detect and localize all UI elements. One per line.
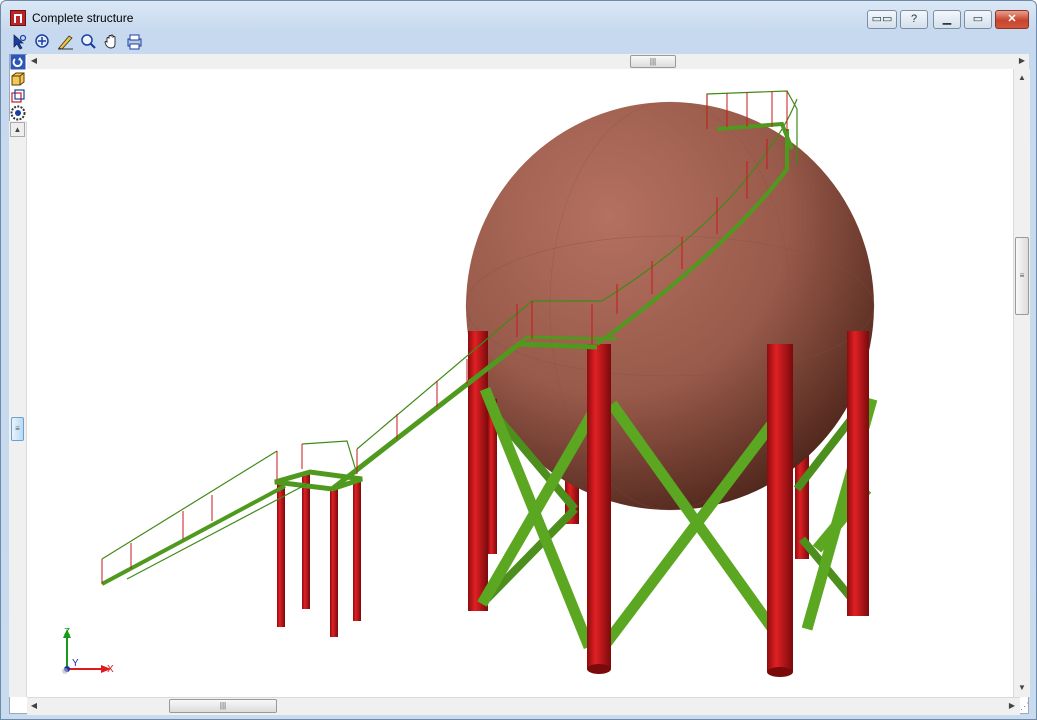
scroll-left-arrow-icon[interactable]: ◀: [27, 54, 41, 68]
right-scroll-thumb[interactable]: ≡: [1015, 237, 1029, 315]
pan-hand-icon[interactable]: [103, 33, 120, 50]
y-axis-label: Y: [72, 658, 79, 669]
window-title: Complete structure: [32, 11, 134, 25]
box-view-icon[interactable]: [10, 88, 26, 104]
rotate-icon[interactable]: [10, 54, 26, 70]
main-window: Complete structure ▭▭ ? ▁ ▭ ✕ ◀ ||| ▶ ▲ …: [0, 0, 1037, 720]
scroll-left-arrow-icon[interactable]: ◀: [27, 699, 41, 713]
cube-icon[interactable]: [10, 71, 26, 87]
scroll-down-arrow-icon[interactable]: ▼: [1015, 681, 1029, 695]
zoom-icon[interactable]: [80, 33, 97, 50]
close-button[interactable]: ✕: [995, 10, 1029, 29]
scroll-up-arrow-icon[interactable]: ▲: [1015, 71, 1029, 85]
3d-viewport[interactable]: Z Y X: [27, 69, 1013, 697]
eye-settings-icon[interactable]: [10, 105, 26, 121]
minimize-button[interactable]: ▁: [933, 10, 961, 29]
structure-model: [101, 90, 878, 677]
axis-triad: Z Y X: [62, 627, 114, 675]
scroll-right-arrow-icon[interactable]: ▶: [1005, 699, 1019, 713]
left-scroll-thumb[interactable]: ≡: [11, 417, 24, 441]
column: [587, 344, 611, 669]
z-axis-label: Z: [64, 627, 70, 638]
maximize-button[interactable]: ▭: [964, 10, 992, 29]
x-axis-label: X: [107, 664, 114, 675]
scroll-up-arrow-icon[interactable]: ▲: [10, 122, 25, 137]
scroll-right-arrow-icon[interactable]: ▶: [1015, 54, 1029, 68]
app-icon: [10, 10, 26, 26]
help-button[interactable]: ?: [900, 10, 928, 29]
stair-platform: [274, 440, 363, 492]
column: [847, 331, 869, 616]
left-vertical-scrollbar[interactable]: ▲ ≡: [9, 121, 27, 697]
stair-tower-columns: [277, 474, 361, 637]
zoom-window-icon[interactable]: [34, 33, 51, 50]
column: [767, 344, 793, 672]
title-bar[interactable]: Complete structure ▭▭ ? ▁ ▭ ✕: [1, 1, 1036, 33]
top-scroll-thumb[interactable]: |||: [630, 55, 676, 68]
print-icon[interactable]: [126, 33, 143, 50]
bottom-scroll-thumb[interactable]: |||: [169, 699, 277, 713]
pen-icon[interactable]: [57, 33, 74, 50]
toolbar: [7, 32, 1030, 52]
select-arrow-icon[interactable]: [11, 33, 28, 50]
right-vertical-scrollbar[interactable]: ▲ ≡ ▼: [1013, 69, 1030, 697]
bottom-horizontal-scrollbar[interactable]: ◀ ||| ▶: [27, 697, 1020, 715]
top-horizontal-scrollbar[interactable]: ◀ ||| ▶: [27, 54, 1029, 70]
view-options-button[interactable]: ▭▭: [867, 10, 897, 29]
resize-grip-icon[interactable]: ⋰: [1020, 701, 1032, 713]
